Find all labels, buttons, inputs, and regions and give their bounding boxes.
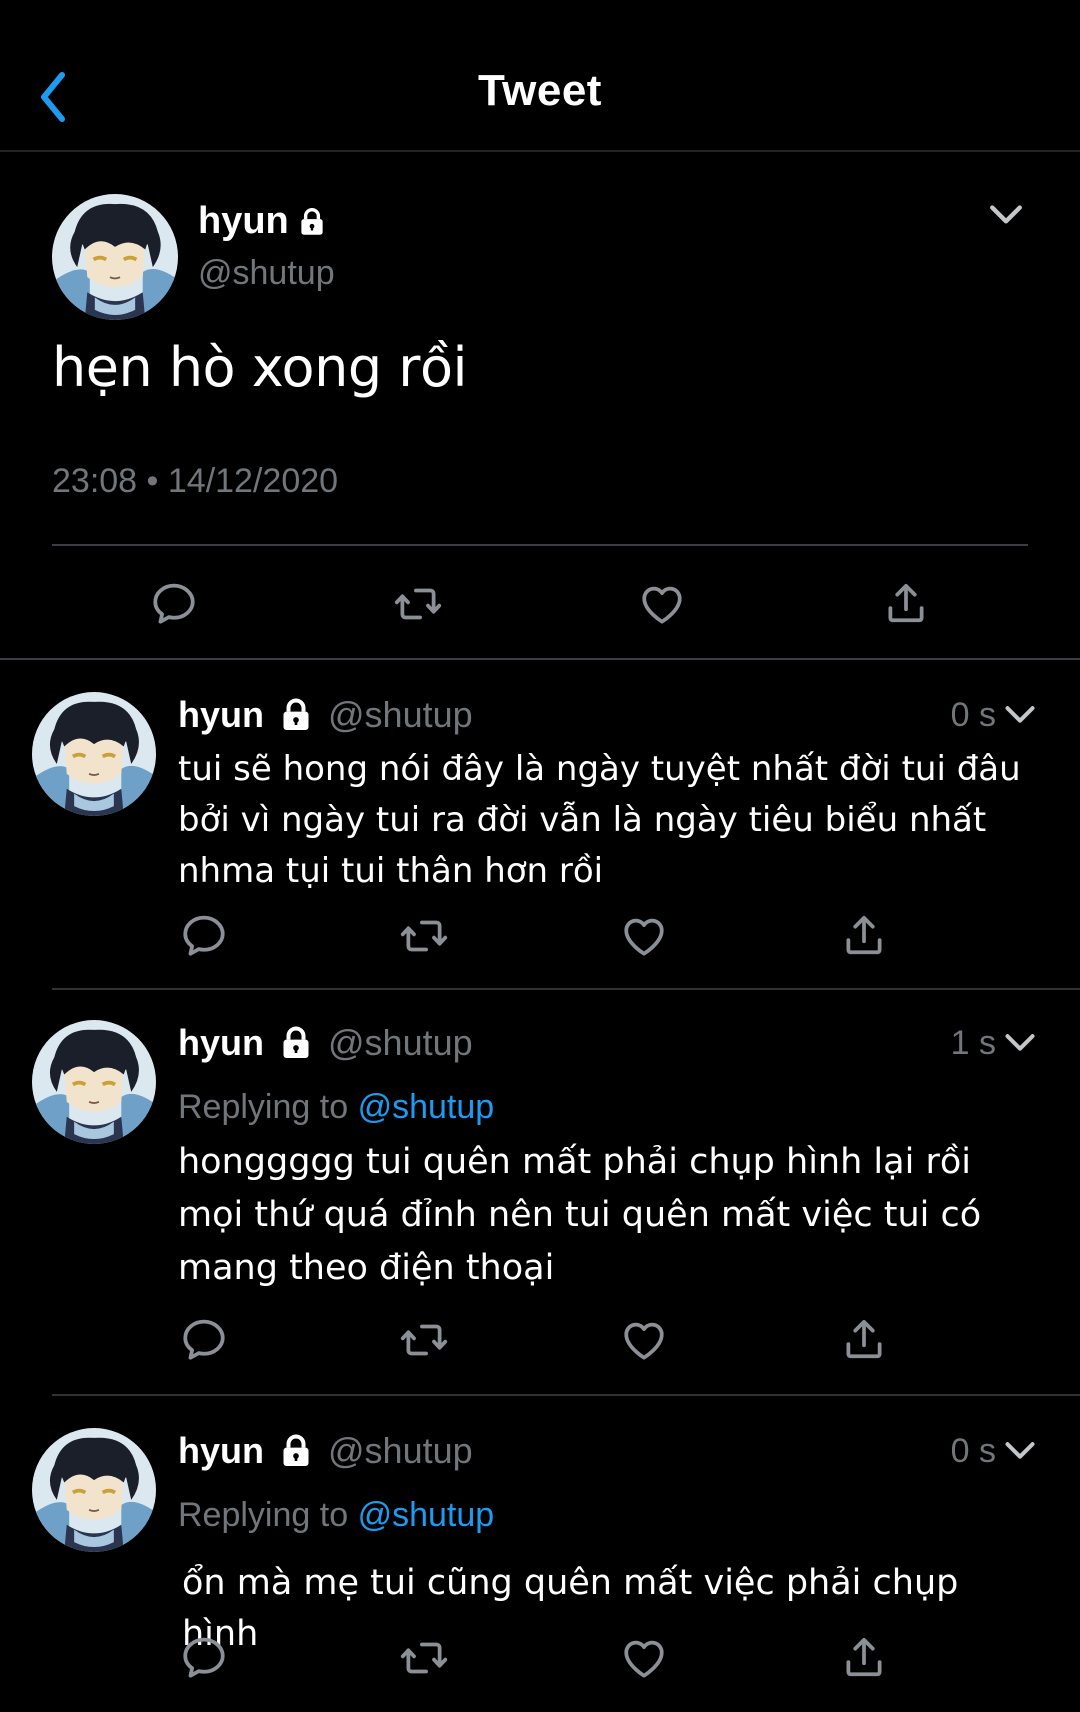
author-name[interactable]: hyun xyxy=(178,1430,264,1472)
heart-icon xyxy=(619,1315,669,1365)
divider xyxy=(52,1394,1080,1396)
author-name: hyun xyxy=(198,200,289,242)
reply-text: tui sẽ hong nói đây là ngày tuyệt nhất đ… xyxy=(178,749,1021,891)
lock-icon xyxy=(276,1431,316,1471)
retweet-button[interactable] xyxy=(392,904,456,968)
avatar[interactable] xyxy=(32,1020,156,1144)
retweet-icon xyxy=(399,1315,449,1365)
reply-tweet[interactable]: hyun @shutup 1 s Replying to @shutup hon… xyxy=(0,990,1080,1398)
author-handle[interactable]: @shutup xyxy=(198,254,335,293)
reply-button[interactable] xyxy=(142,572,206,636)
mention-link[interactable]: @shutup xyxy=(358,1496,495,1534)
reply-time: 1 s xyxy=(950,1024,996,1062)
top-bar: Tweet xyxy=(0,0,1080,152)
lock-icon xyxy=(276,695,316,735)
share-button[interactable] xyxy=(874,572,938,636)
retweet-icon xyxy=(399,911,449,961)
retweet-button[interactable] xyxy=(392,1308,456,1372)
like-button[interactable] xyxy=(612,904,676,968)
reply-header: hyun @shutup xyxy=(178,1430,473,1472)
share-button[interactable] xyxy=(832,1308,896,1372)
chevron-down-icon xyxy=(1000,694,1040,734)
retweet-button[interactable] xyxy=(386,572,450,636)
author-handle[interactable]: @shutup xyxy=(328,1430,473,1472)
share-button[interactable] xyxy=(832,1626,896,1690)
chevron-down-icon xyxy=(984,192,1028,236)
retweet-button[interactable] xyxy=(392,1626,456,1690)
author-name[interactable]: hyun xyxy=(178,1022,264,1064)
page-title: Tweet xyxy=(478,66,602,115)
replying-label: Replying to xyxy=(178,1088,349,1126)
share-icon xyxy=(839,1315,889,1365)
tweet-text: hẹn hò xong rồi xyxy=(52,336,468,399)
author-handle[interactable]: @shutup xyxy=(328,694,473,736)
tweet-menu-button[interactable] xyxy=(1000,1430,1040,1470)
author-handle[interactable]: @shutup xyxy=(328,1022,473,1064)
heart-icon xyxy=(619,1633,669,1683)
tweet-menu-button[interactable] xyxy=(1000,694,1040,734)
mention-link[interactable]: @shutup xyxy=(358,1088,495,1126)
reply-tweet[interactable]: hyun @shutup 0 s tui sẽ hong nói đây là … xyxy=(0,660,1080,990)
replying-to: Replying to @shutup xyxy=(178,1088,494,1127)
author-name-row[interactable]: hyun xyxy=(198,200,329,243)
speech-bubble-icon xyxy=(179,911,229,961)
reply-button[interactable] xyxy=(172,1308,236,1372)
heart-icon xyxy=(619,911,669,961)
share-icon xyxy=(881,579,931,629)
reply-text: honggggg tui quên mất phải chụp hình lại… xyxy=(178,1142,982,1288)
tweet-timestamp[interactable]: 23:08 • 14/12/2020 xyxy=(52,462,338,501)
like-button[interactable] xyxy=(630,572,694,636)
retweet-icon xyxy=(393,579,443,629)
replying-label: Replying to xyxy=(178,1496,349,1534)
chevron-down-icon xyxy=(1000,1022,1040,1062)
divider xyxy=(52,544,1028,546)
avatar[interactable] xyxy=(52,194,178,320)
replying-to: Replying to @shutup xyxy=(178,1496,494,1535)
retweet-icon xyxy=(399,1633,449,1683)
author-name[interactable]: hyun xyxy=(178,694,264,736)
chevron-down-icon xyxy=(1000,1430,1040,1470)
main-tweet: hyun @shutup hẹn hò xong rồi 23:08 • 14/… xyxy=(0,152,1080,660)
reply-header: hyun @shutup xyxy=(178,694,473,736)
tweet-actions xyxy=(0,572,1080,636)
like-button[interactable] xyxy=(612,1626,676,1690)
reply-button[interactable] xyxy=(172,904,236,968)
avatar[interactable] xyxy=(32,692,156,816)
share-icon xyxy=(839,1633,889,1683)
share-icon xyxy=(839,911,889,961)
lock-icon xyxy=(276,1023,316,1063)
lock-icon xyxy=(295,205,329,239)
reply-text: ổn mà mẹ tui cũng quên mất việc phải chụ… xyxy=(182,1563,959,1654)
like-button[interactable] xyxy=(612,1308,676,1372)
heart-icon xyxy=(637,579,687,629)
tweet-menu-button[interactable] xyxy=(1000,1022,1040,1062)
share-button[interactable] xyxy=(832,904,896,968)
reply-time: 0 s xyxy=(950,696,996,734)
speech-bubble-icon xyxy=(149,579,199,629)
speech-bubble-icon xyxy=(179,1315,229,1365)
reply-tweet[interactable]: hyun @shutup 0 s Replying to @shutup ổn … xyxy=(0,1398,1080,1712)
avatar[interactable] xyxy=(32,1428,156,1552)
reply-button[interactable] xyxy=(172,1626,236,1690)
tweet-menu-button[interactable] xyxy=(982,194,1030,234)
reply-time: 0 s xyxy=(950,1432,996,1470)
speech-bubble-icon xyxy=(179,1633,229,1683)
reply-header: hyun @shutup xyxy=(178,1022,473,1064)
